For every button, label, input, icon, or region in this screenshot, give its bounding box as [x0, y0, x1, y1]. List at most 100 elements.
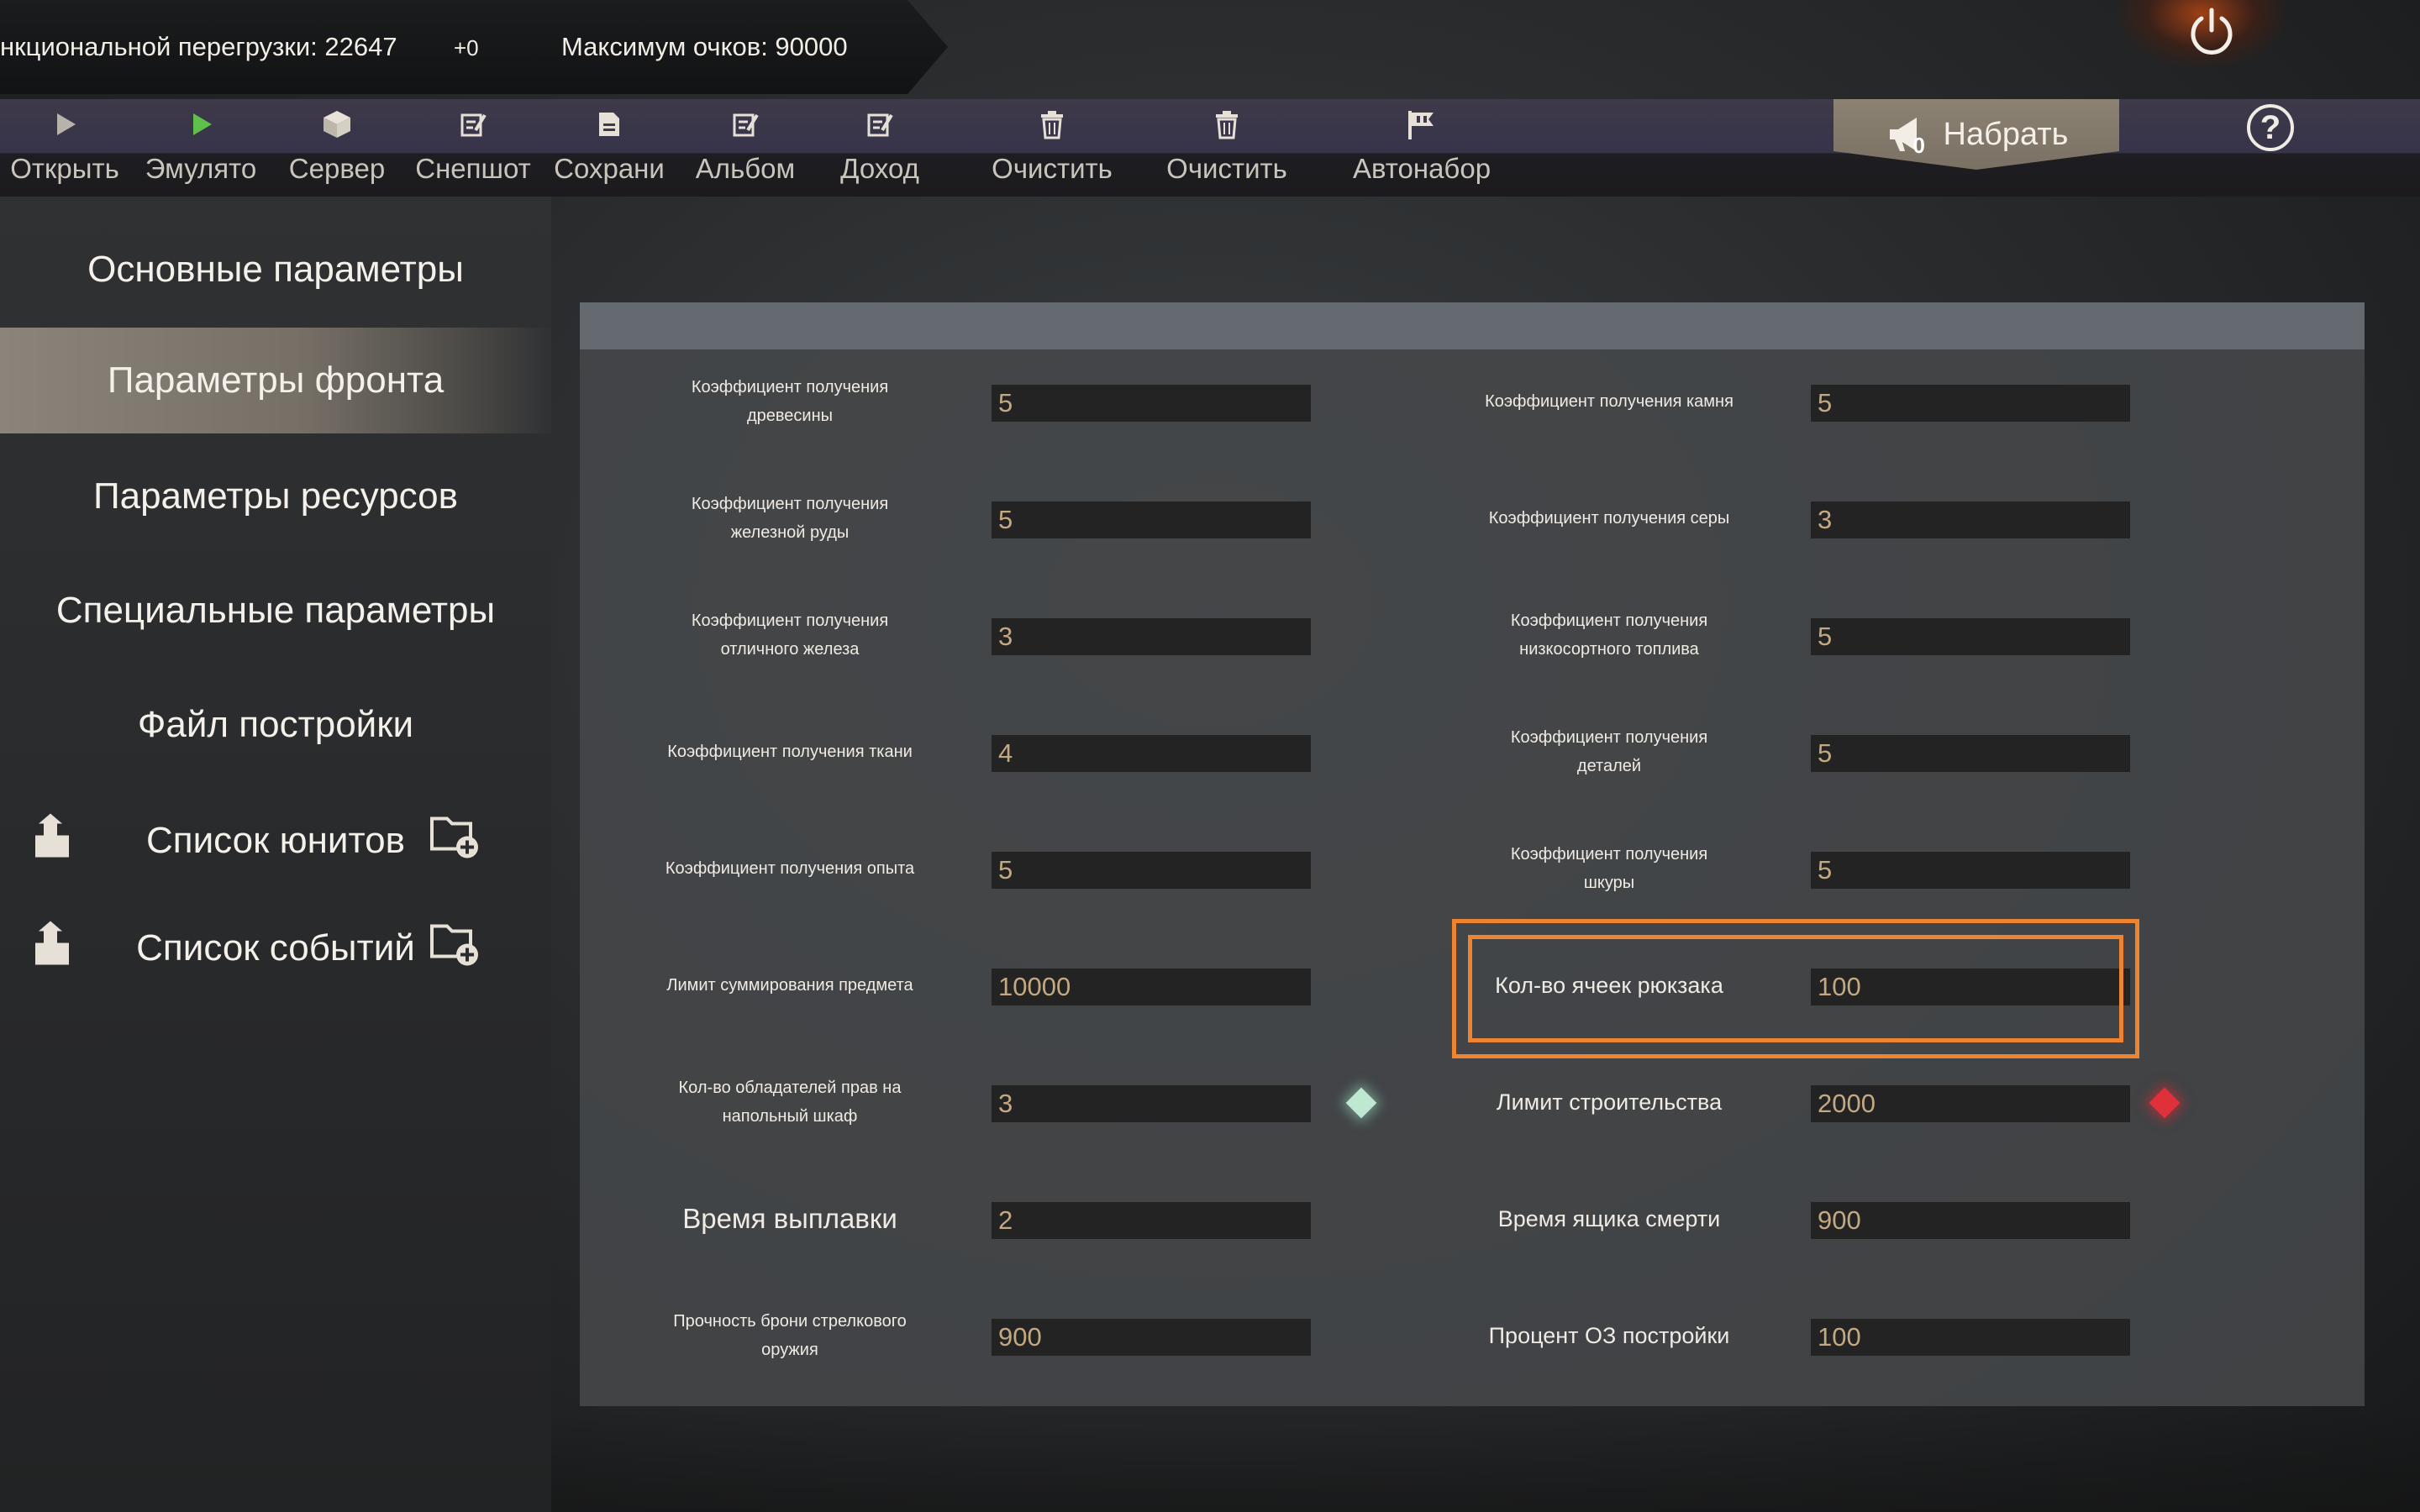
toolbar-save-button[interactable]: Сохрани — [554, 99, 665, 197]
setting-input[interactable] — [992, 852, 1311, 889]
toolbar-label: Очистить — [992, 153, 1113, 184]
toolbar-server-button[interactable]: Сервер — [282, 99, 392, 197]
setting-label: Лимит строительства — [1496, 1089, 1723, 1115]
setting-input[interactable] — [1811, 501, 2130, 538]
setting-input[interactable] — [992, 1319, 1311, 1356]
sidebar-item-label: Файл постройки — [137, 704, 414, 745]
settings-panel: Коэффициент получения древесины Коэффици… — [580, 302, 2365, 1406]
sidebar-item-label: Основные параметры — [87, 249, 464, 290]
save-icon — [591, 106, 628, 143]
trash-icon — [1034, 106, 1071, 143]
sidebar-item-event-list[interactable]: Список событий — [0, 895, 551, 1001]
setting-row: Прочность брони стрелкового оружия — [664, 1294, 1311, 1378]
setting-row: Коэффициент получения шкуры — [1483, 827, 2130, 911]
toolbar-label: Альбом — [695, 153, 796, 184]
highlight-box — [1452, 919, 2139, 1058]
toolbar-emulator-button[interactable]: Эмулято — [145, 99, 256, 197]
sidebar-item-basic-params[interactable]: Основные параметры — [0, 217, 551, 323]
setting-row: Коэффициент получения низкосортного топл… — [1483, 593, 2130, 677]
setting-label: Кол-во обладателей прав на напольный шка… — [678, 1079, 902, 1126]
overload-delta: +0 — [454, 35, 479, 60]
sidebar: Основные параметры Параметры фронта Пара… — [0, 197, 551, 1512]
setting-row: Кол-во обладателей прав на напольный шка… — [664, 1060, 1386, 1144]
setting-row: Коэффициент получения камня — [1483, 360, 2130, 444]
setting-input[interactable] — [992, 969, 1311, 1005]
setting-row: Коэффициент получения ткани — [664, 710, 1311, 794]
export-icon[interactable] — [32, 920, 77, 978]
setting-row: Коэффициент получения опыта — [664, 827, 1311, 911]
export-icon[interactable] — [32, 812, 77, 870]
toolbar-label: Очистить — [1166, 153, 1287, 184]
setting-label: Прочность брони стрелкового оружия — [673, 1312, 907, 1359]
sidebar-item-label: Параметры ресурсов — [92, 475, 459, 517]
setting-input[interactable] — [1811, 385, 2130, 422]
flag-icon — [1403, 106, 1440, 143]
setting-input[interactable] — [992, 385, 1311, 422]
status-bar: нкциональной перегрузки: 22647 +0 Максим… — [0, 0, 948, 94]
edit-icon — [455, 106, 492, 143]
setting-input[interactable] — [992, 1202, 1311, 1239]
status-marker-red-icon — [2149, 1087, 2181, 1119]
highlight-box-inner — [1468, 935, 2123, 1042]
setting-label: Лимит суммирования предмета — [666, 976, 913, 995]
edit-icon — [727, 106, 764, 143]
setting-row: Коэффициент получения деталей — [1483, 710, 2130, 794]
setting-input[interactable] — [1811, 1319, 2130, 1356]
cube-icon — [318, 106, 355, 143]
edit-icon — [861, 106, 898, 143]
setting-input[interactable] — [1811, 852, 2130, 889]
power-icon — [2191, 8, 2233, 55]
sidebar-item-label: Список событий — [136, 927, 415, 969]
status-marker-green-icon — [1345, 1087, 1377, 1119]
setting-input[interactable] — [992, 618, 1311, 655]
setting-label: Коэффициент получения шкуры — [1510, 845, 1708, 892]
toolbar-label: Сохрани — [554, 153, 665, 184]
trash-icon — [1208, 106, 1245, 143]
sidebar-item-resource-params[interactable]: Параметры ресурсов — [0, 444, 551, 549]
setting-input[interactable] — [1811, 1202, 2130, 1239]
toolbar-label: Снепшот — [415, 153, 531, 184]
help-button[interactable]: ? — [2247, 104, 2294, 151]
setting-label: Коэффициент получения низкосортного топл… — [1510, 612, 1708, 659]
setting-input[interactable] — [992, 1085, 1311, 1122]
toolbar-autorecruit-button[interactable]: Автонабор — [1346, 99, 1497, 197]
setting-row: Лимит суммирования предмета — [664, 943, 1311, 1027]
setting-row: Коэффициент получения серы — [1483, 476, 2130, 560]
recruit-count: 0 — [1912, 133, 1925, 158]
setting-label: Коэффициент получения деталей — [1510, 728, 1708, 775]
setting-label: Время выплавки — [682, 1203, 897, 1234]
max-points-text: Максимум очков: 90000 — [561, 32, 848, 61]
toolbar-clear-2-button[interactable]: Очистить — [1160, 99, 1294, 197]
toolbar-income-button[interactable]: Доход — [825, 99, 934, 197]
setting-label: Коэффициент получения железной руды — [691, 495, 889, 542]
overload-text: нкциональной перегрузки: 22647 — [0, 32, 397, 61]
setting-input[interactable] — [992, 735, 1311, 772]
toolbar-album-button[interactable]: Альбом — [691, 99, 800, 197]
folder-add-icon[interactable] — [429, 812, 482, 870]
toolbar-label: Открыть — [10, 153, 119, 184]
power-button[interactable] — [2118, 0, 2286, 67]
toolbar-label: Автонабор — [1352, 153, 1491, 184]
sidebar-item-build-file[interactable]: Файл постройки — [0, 672, 551, 778]
folder-add-icon[interactable] — [429, 920, 482, 978]
sidebar-item-front-params[interactable]: Параметры фронта — [0, 328, 551, 433]
setting-row: Коэффициент получения древесины — [664, 360, 1311, 444]
setting-input[interactable] — [992, 501, 1311, 538]
toolbar-open-button[interactable]: Открыть — [10, 99, 119, 197]
setting-row: Лимит строительства — [1483, 1060, 2206, 1144]
panel-header — [580, 302, 2365, 349]
setting-label: Коэффициент получения серы — [1488, 509, 1730, 528]
play-icon — [46, 106, 83, 143]
setting-label: Коэффициент получения ткани — [667, 743, 913, 761]
setting-row: Время ящика смерти — [1483, 1177, 2130, 1261]
toolbar-clear-button[interactable]: Очистить — [985, 99, 1119, 197]
setting-input[interactable] — [1811, 1085, 2130, 1122]
setting-input[interactable] — [1811, 735, 2130, 772]
sidebar-item-unit-list[interactable]: Список юнитов — [0, 788, 551, 894]
setting-row: Процент ОЗ постройки — [1483, 1294, 2130, 1378]
setting-label: Коэффициент получения древесины — [691, 378, 889, 425]
setting-label: Время ящика смерти — [1497, 1206, 1721, 1231]
toolbar-snapshot-button[interactable]: Снепшот — [415, 99, 531, 197]
setting-input[interactable] — [1811, 618, 2130, 655]
sidebar-item-special-params[interactable]: Специальные параметры — [0, 558, 551, 664]
